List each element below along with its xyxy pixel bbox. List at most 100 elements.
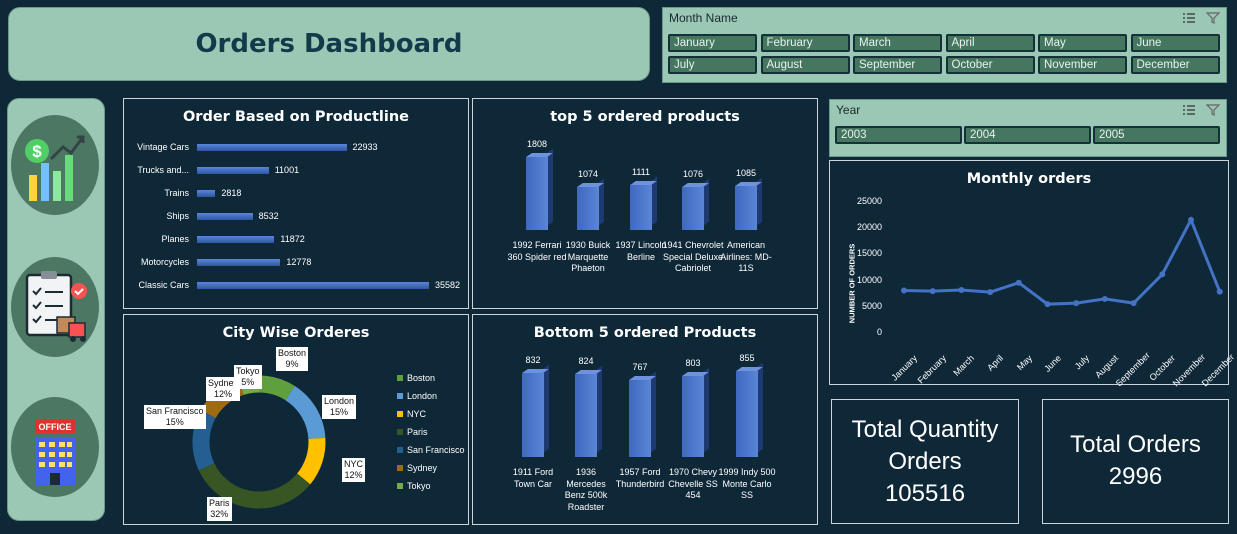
kpi-total-quantity: Total Quantity Orders 105516: [831, 399, 1019, 524]
office-building-icon[interactable]: OFFICE: [11, 397, 99, 497]
top5-bar: [682, 186, 704, 230]
city-legend-swatch: [397, 393, 403, 399]
city-chart-panel: City Wise Orderes Boston 9% London 15% NYC 12…: [123, 314, 469, 525]
city-legend-label: San Francisco: [407, 445, 465, 455]
city-legend-item: Boston: [397, 373, 435, 383]
city-callout: Tokyo 5%: [234, 365, 262, 389]
productline-category-label: Planes: [161, 234, 189, 244]
city-legend-item: Tokyo: [397, 481, 431, 491]
productline-bar: [197, 213, 253, 220]
city-legend-label: NYC: [407, 409, 427, 419]
bottom5-bar: [522, 373, 544, 457]
top5-category-label: American Airlines: MD-11S: [720, 240, 772, 273]
productline-category-label: Trains: [164, 188, 189, 198]
city-callout-name: Tokyo: [236, 366, 260, 376]
productline-value-label: 11872: [280, 234, 305, 244]
monthly-point: [1159, 271, 1166, 278]
city-legend-label: London: [407, 391, 438, 401]
productline-category-label: Vintage Cars: [137, 142, 189, 152]
month-button-july[interactable]: July: [668, 56, 757, 74]
city-callout: Boston 9%: [276, 347, 309, 371]
monthly-point: [1101, 295, 1108, 302]
svg-text:$: $: [32, 142, 42, 161]
city-callout: NYC 12%: [342, 458, 366, 482]
productline-category-label: Motorcycles: [140, 257, 189, 267]
month-button-september[interactable]: September: [853, 56, 942, 74]
monthly-point: [1073, 300, 1080, 307]
city-legend-label: Sydney: [407, 463, 438, 473]
kpi-quantity-line2: Orders: [888, 448, 962, 475]
month-button-october[interactable]: October: [945, 56, 1035, 74]
productline-value-label: 35582: [435, 280, 461, 290]
bottom5-chart-title: Bottom 5 ordered Products: [533, 325, 757, 341]
month-button-february[interactable]: February: [760, 34, 850, 52]
bottom5-value-label: 855: [739, 353, 755, 363]
monthly-ytick-label: 20000: [856, 222, 882, 233]
monthly-point: [1130, 300, 1137, 307]
monthly-point: [901, 287, 907, 294]
monthly-point: [1216, 288, 1223, 295]
bottom5-category-label: 1970 Chevy Chevelle SS 454: [668, 467, 718, 500]
clipboard-delivery-icon[interactable]: [11, 257, 99, 357]
productline-bar: [197, 190, 216, 197]
city-legend-label: Paris: [407, 427, 428, 437]
city-legend-item: NYC: [397, 409, 426, 419]
monthly-ytick-label: 5000: [861, 300, 882, 311]
city-callout-percent: 32%: [210, 509, 229, 519]
monthly-point: [1044, 301, 1051, 308]
month-button-august[interactable]: August: [760, 56, 850, 74]
dashboard-title: Orders Dashboard: [195, 29, 463, 59]
city-slice-nyc: [296, 437, 326, 485]
year-button-2003[interactable]: 2003: [835, 126, 962, 144]
monthly-point: [987, 289, 994, 296]
month-button-april[interactable]: April: [945, 34, 1035, 52]
monthly-ytick-label: 15000: [856, 248, 882, 259]
clear-filter-icon[interactable]: [1206, 12, 1220, 24]
city-callout-percent: 5%: [241, 377, 255, 387]
top5-bar: [630, 185, 652, 230]
city-callout-percent: 12%: [214, 389, 233, 399]
productline-bar: [197, 259, 281, 266]
month-button-june[interactable]: June: [1130, 34, 1220, 52]
city-legend-item: Paris: [397, 427, 428, 437]
monthly-point: [929, 288, 936, 295]
productline-category-label: Trucks and...: [137, 165, 189, 175]
city-callout-percent: 15%: [165, 417, 184, 427]
year-button-2004[interactable]: 2004: [964, 126, 1091, 144]
year-button-2005[interactable]: 2005: [1093, 126, 1220, 144]
top5-bar: [735, 186, 757, 230]
productline-value-label: 12778: [286, 257, 312, 267]
city-legend-swatch: [397, 483, 403, 489]
month-button-may[interactable]: May: [1038, 34, 1127, 52]
productline-bar: [197, 167, 269, 174]
monthly-chart-panel: Monthly orders NUMBER OF ORDERS 0 5000 100…: [829, 160, 1236, 388]
kpi-quantity-line1: Total Quantity: [851, 416, 999, 443]
productline-bar: [197, 236, 275, 243]
bottom5-value-label: 824: [578, 356, 594, 367]
top5-bar: [577, 186, 599, 230]
finance-chart-icon[interactable]: $: [11, 115, 99, 215]
multi-select-icon[interactable]: [1182, 104, 1196, 116]
city-legend-swatch: [397, 375, 403, 381]
city-legend-item: Sydney: [397, 463, 437, 473]
monthly-ytick-label: 10000: [856, 274, 882, 285]
city-slice-london: [285, 385, 326, 440]
top5-chart-panel: top 5 ordered products 1808 1992 Ferrari …: [472, 98, 818, 309]
monthly-line-svg: [901, 216, 1223, 308]
multi-select-icon[interactable]: [1182, 12, 1196, 24]
clear-filter-icon[interactable]: [1206, 104, 1220, 116]
monthly-point: [1188, 216, 1194, 223]
city-callout: Paris 32%: [207, 497, 232, 521]
city-callout-percent: 15%: [330, 407, 349, 417]
month-button-january[interactable]: January: [668, 34, 757, 52]
bottom5-bar: [682, 376, 704, 457]
month-button-november[interactable]: November: [1038, 56, 1127, 74]
productline-value-label: 22933: [352, 142, 378, 152]
month-button-december[interactable]: December: [1130, 56, 1220, 74]
city-legend-swatch: [397, 447, 403, 453]
city-callout-name: NYC: [344, 459, 364, 469]
bottom5-value-label: 767: [632, 361, 648, 372]
productline-chart-panel: Order Based on Productline Vintage Cars 2…: [123, 98, 469, 309]
month-button-march[interactable]: March: [853, 34, 942, 52]
bottom5-value-label: 832: [525, 355, 541, 366]
